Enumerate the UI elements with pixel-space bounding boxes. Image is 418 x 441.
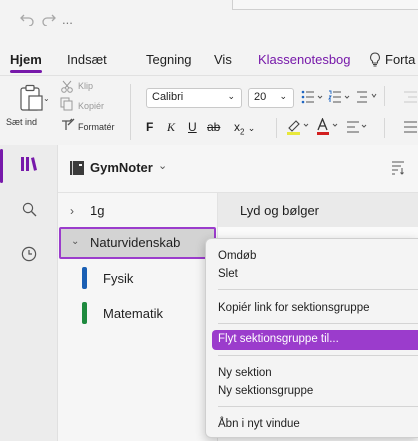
font-size-select[interactable]: 20 ⌄	[248, 88, 294, 108]
underline-button[interactable]: U	[188, 120, 197, 134]
recent-notes-nav-button[interactable]	[0, 237, 58, 275]
align-icon[interactable]	[403, 120, 417, 139]
more-commands[interactable]: ...	[62, 12, 73, 27]
format-painter-icon[interactable]	[60, 117, 76, 136]
search-icon	[22, 202, 37, 222]
nav-active-indicator	[0, 149, 3, 183]
tab-tell-me[interactable]: Forta	[385, 52, 415, 67]
align-left-icon[interactable]	[346, 120, 368, 139]
redo-icon[interactable]	[42, 12, 56, 30]
section-1g[interactable]: 1g	[90, 203, 104, 218]
cut-label: Klip	[78, 81, 94, 91]
menu-separator	[218, 323, 418, 324]
menu-item-new-section-group[interactable]: Ny sektionsgruppe	[212, 382, 418, 402]
clipboard-icon	[19, 84, 45, 117]
menu-separator	[218, 355, 418, 356]
ribbon-top-divider	[0, 75, 418, 76]
navigation-bar	[0, 145, 58, 441]
bullet-list-icon[interactable]	[301, 90, 323, 109]
menu-item-move-section-group[interactable]: Flyt sektionsgruppe til...	[212, 330, 418, 350]
numbered-list-icon[interactable]	[328, 90, 350, 109]
menu-item-new-section[interactable]: Ny sektion	[212, 364, 418, 384]
chevron-down-icon[interactable]: ⌄	[71, 236, 79, 247]
font-name-select[interactable]: Calibri ⌄	[146, 88, 242, 108]
menu-item-delete[interactable]: Slet	[212, 265, 418, 285]
section-color-tab	[82, 267, 87, 289]
outdent-icon[interactable]	[356, 90, 378, 109]
tab-klassenotesbog[interactable]: Klassenotesbog	[258, 52, 351, 67]
page-title[interactable]: Lyd og bølger	[240, 203, 319, 218]
tab-indsaet[interactable]: Indsæt	[67, 52, 107, 67]
notebooks-nav-button[interactable]	[0, 147, 58, 185]
sort-icon[interactable]	[391, 161, 405, 180]
search-nav-button[interactable]	[0, 193, 58, 231]
paste-label: Sæt ind	[6, 117, 38, 127]
notebook-icon	[70, 160, 85, 181]
section-color-tab	[82, 302, 87, 324]
tab-vis[interactable]: Vis	[214, 52, 232, 67]
indent-icon[interactable]	[403, 90, 417, 109]
tab-hjem[interactable]: Hjem	[10, 52, 42, 73]
menu-separator	[218, 289, 418, 290]
context-menu: Omdøb Slet Kopiér link for sektionsgrupp…	[205, 238, 418, 438]
notebook-name[interactable]: GymNoter	[90, 160, 153, 175]
font-name-value: Calibri	[152, 91, 184, 103]
undo-icon[interactable]	[20, 12, 34, 30]
italic-button[interactable]: K	[167, 120, 175, 135]
section-fysik[interactable]: Fysik	[103, 271, 133, 286]
chevron-right-icon[interactable]: ›	[70, 204, 74, 218]
quick-access-toolbar: ...	[0, 0, 418, 40]
subscript-button[interactable]: x2 ⌄	[234, 120, 255, 136]
copy-label: Kopiér	[78, 101, 105, 111]
menu-separator	[218, 406, 418, 407]
menu-item-rename[interactable]: Omdøb	[212, 247, 418, 267]
ribbon-divider	[276, 118, 277, 138]
chevron-down-icon: ⌄	[247, 123, 256, 133]
bold-button[interactable]: F	[146, 120, 153, 134]
ribbon-tabs: Hjem Indsæt Tegning Vis Klassenotesbog F…	[0, 48, 418, 73]
menu-item-copy-link[interactable]: Kopiér link for sektionsgruppe	[212, 299, 418, 319]
highlighter-icon[interactable]	[286, 118, 310, 141]
window-edge	[232, 0, 418, 10]
lightbulb-icon	[369, 52, 381, 72]
clock-icon	[21, 246, 37, 267]
section-group-label: Naturvidenskab	[90, 235, 181, 250]
format-painter-label: Formatér	[78, 122, 115, 132]
chevron-down-icon: ⌄	[279, 91, 287, 101]
notebook-header: GymNoter ⌄	[58, 145, 418, 193]
notebooks-icon	[20, 156, 38, 177]
chevron-down-icon: ⌄	[227, 91, 235, 101]
chevron-down-icon[interactable]: ⌄	[158, 159, 167, 172]
subscript-mark: 2	[240, 127, 245, 137]
font-color-icon[interactable]	[316, 117, 340, 141]
paste-button[interactable]: ⌄ Sæt ind	[6, 84, 52, 142]
ribbon-divider	[384, 118, 385, 138]
menu-item-open-new-window[interactable]: Åbn i nyt vindue	[212, 415, 418, 435]
section-matematik[interactable]: Matematik	[103, 306, 163, 321]
ribbon-divider	[384, 86, 385, 106]
tab-tegning[interactable]: Tegning	[146, 52, 192, 67]
ribbon-group-divider	[130, 84, 131, 140]
copy-icon[interactable]	[60, 97, 74, 116]
strikethrough-button[interactable]: ab	[207, 120, 220, 134]
scissors-icon[interactable]	[60, 80, 74, 98]
font-size-value: 20	[254, 91, 267, 103]
chevron-down-icon: ⌄	[43, 94, 50, 103]
